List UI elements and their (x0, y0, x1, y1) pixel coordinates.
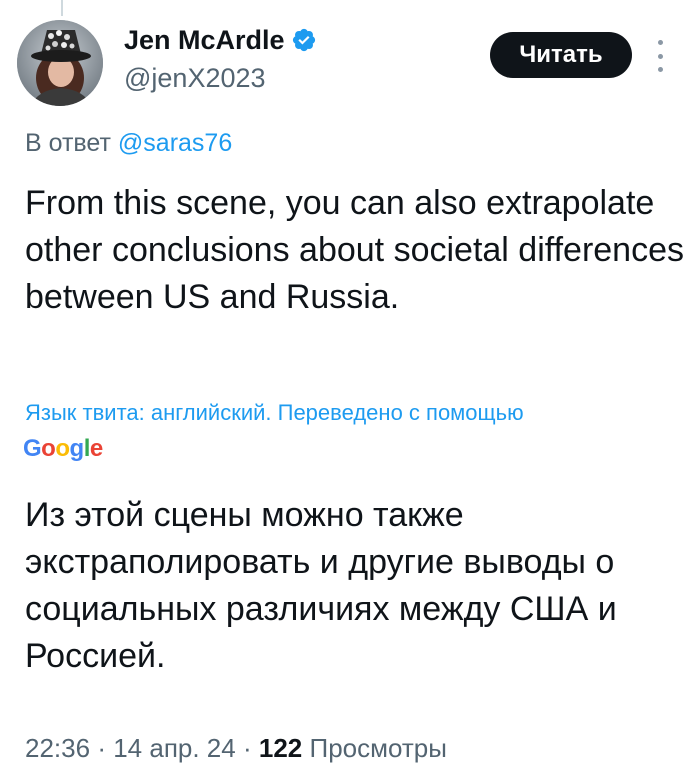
views-count: 122 (258, 733, 303, 763)
google-letter: o (55, 435, 70, 462)
avatar-image (17, 20, 103, 106)
avatar[interactable] (17, 20, 103, 106)
verified-badge-icon (291, 27, 317, 53)
google-letter: g (69, 435, 85, 462)
reply-context: В ответ @saras76 (25, 128, 232, 158)
tweet-date[interactable]: 14 апр. 24 (113, 733, 236, 763)
more-vertical-icon[interactable] (652, 40, 668, 72)
translated-tweet-text: Из этой сцены можно также экстраполирова… (25, 496, 617, 675)
translation-note[interactable]: Язык твита: английский. Переведено с пом… (25, 400, 685, 426)
author-name-row[interactable]: Jen McArdle (124, 24, 317, 56)
author-display-name[interactable]: Jen McArdle (124, 24, 285, 56)
tweet-text: From this scene, you can also extrapolat… (25, 184, 684, 316)
tweet-meta: 22:36 · 14 апр. 24 · 122 Просмотры (25, 732, 447, 764)
google-logo: Google (23, 434, 103, 464)
views-label: Просмотры (309, 733, 447, 763)
meta-separator: · (97, 733, 106, 763)
google-letter: e (89, 435, 103, 462)
reply-prefix: В ответ (25, 129, 111, 157)
google-letter: o (41, 435, 56, 462)
thread-connector-line (61, 0, 63, 16)
google-letter: G (23, 435, 42, 462)
tweet-time[interactable]: 22:36 (25, 733, 90, 763)
reply-mention-link[interactable]: @saras76 (118, 129, 232, 157)
author-handle[interactable]: @jenX2023 (124, 62, 266, 94)
read-button[interactable]: Читать (490, 32, 632, 78)
meta-separator: · (242, 733, 252, 763)
